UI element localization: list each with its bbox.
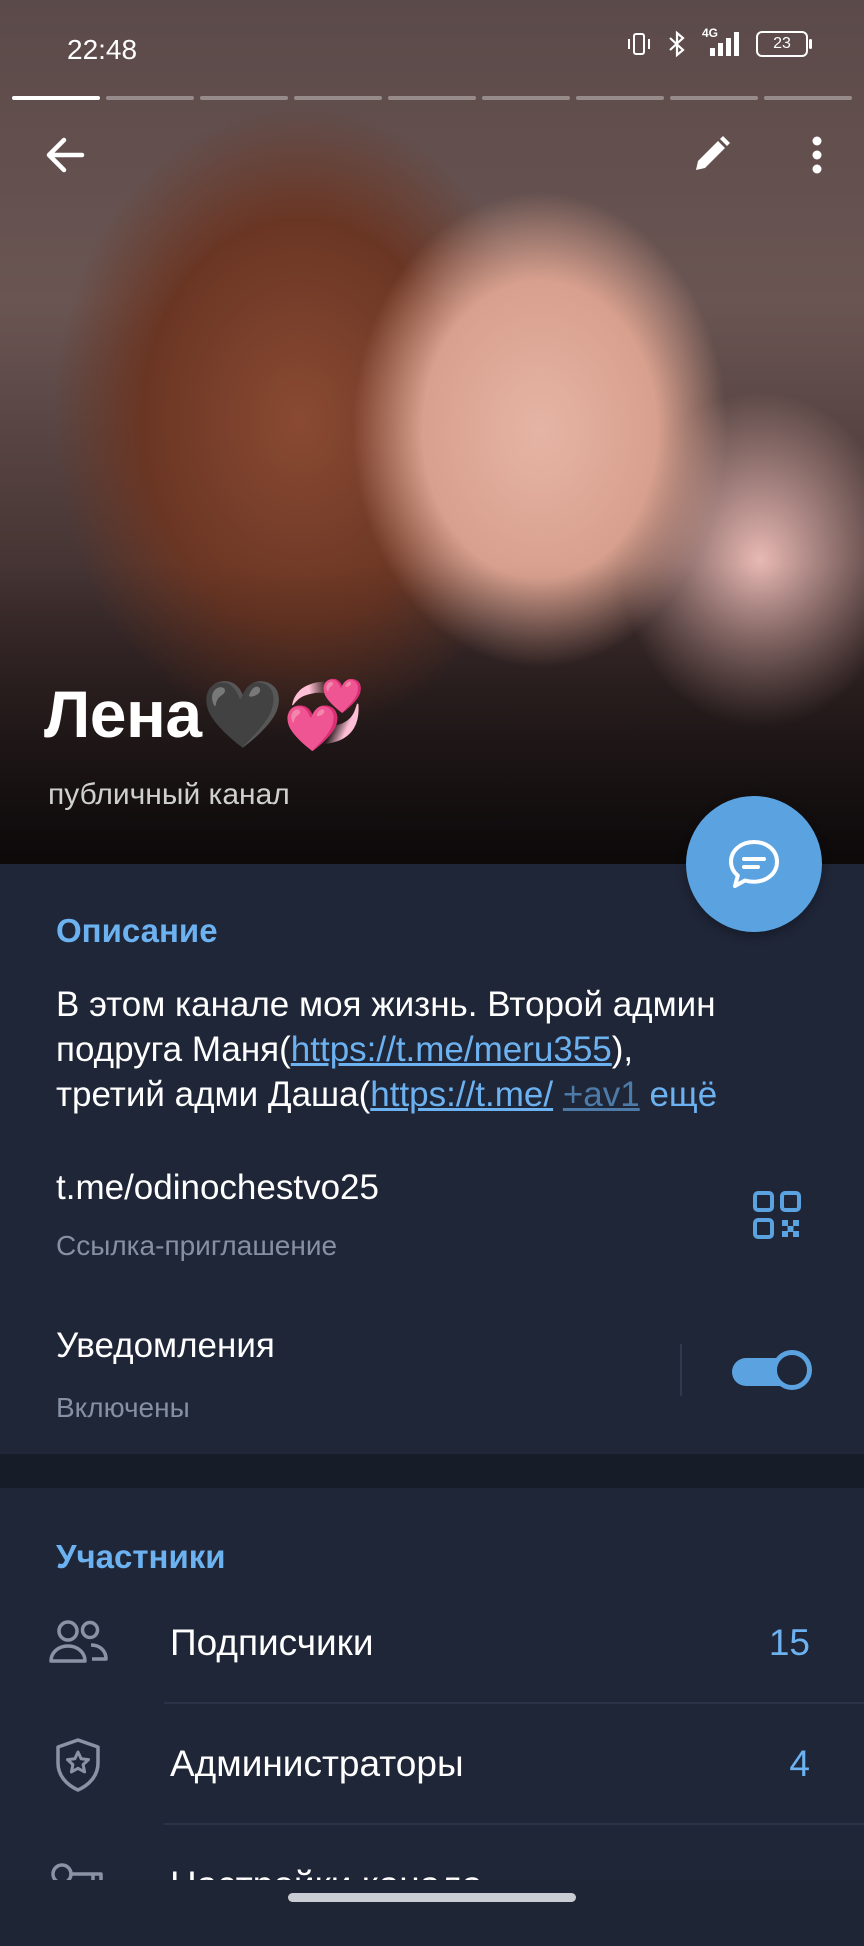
qr-button[interactable]	[752, 1190, 802, 1240]
profile-name: Лена🖤💞	[44, 677, 365, 751]
notifications-toggle[interactable]	[732, 1350, 812, 1390]
description-text: В этом канале моя жизнь. Второй админ по…	[56, 982, 826, 1117]
admins-label: Администраторы	[170, 1743, 464, 1784]
progress-segment	[482, 96, 570, 100]
message-button[interactable]	[686, 796, 822, 932]
description-line: подруга Маня(https://t.me/meru355),	[56, 1027, 826, 1072]
subscribers-row[interactable]: Подписчики 15	[0, 1584, 864, 1704]
edit-button[interactable]	[688, 132, 734, 178]
status-bar: 22:48 4G 23	[0, 0, 864, 96]
subscribers-count: 15	[768, 1622, 810, 1663]
vertical-dots-icon	[812, 136, 822, 174]
toggle-knob	[772, 1350, 812, 1390]
description-line: третий адми Даша(https://t.me/ +av1 ещё	[56, 1072, 826, 1117]
description-link[interactable]: +av1	[563, 1075, 640, 1114]
section-divider	[0, 1454, 864, 1488]
qr-code-icon	[753, 1191, 801, 1239]
invite-link[interactable]: t.me/odinochestvo25	[56, 1168, 379, 1208]
description-text-part: ),	[611, 1030, 634, 1069]
profile-subtitle: публичный канал	[48, 778, 290, 811]
row-divider	[164, 1823, 864, 1825]
divider	[680, 1344, 682, 1396]
progress-segment	[764, 96, 852, 100]
home-handle[interactable]	[288, 1893, 576, 1902]
bluetooth-icon	[669, 30, 685, 58]
battery-icon: 23	[756, 31, 812, 57]
story-progress	[12, 96, 852, 100]
pencil-icon	[696, 136, 730, 170]
top-bar	[0, 120, 864, 190]
users-icon	[49, 1620, 108, 1663]
subscribers-label: Подписчики	[170, 1622, 374, 1663]
shield-star-icon	[56, 1738, 100, 1792]
arrow-left-icon	[46, 137, 85, 173]
show-more-link[interactable]: ещё	[649, 1075, 717, 1114]
progress-segment	[12, 96, 100, 100]
members-title: Участники	[56, 1538, 226, 1575]
signal-icon: 4G	[702, 26, 742, 58]
more-button[interactable]	[794, 132, 840, 178]
description-link[interactable]: https://t.me/	[370, 1075, 553, 1114]
progress-segment	[200, 96, 288, 100]
status-time: 22:48	[67, 34, 138, 65]
vibrate-icon	[628, 33, 650, 55]
description-link[interactable]: https://t.me/meru355	[291, 1030, 612, 1069]
back-button[interactable]	[40, 130, 90, 180]
admins-row[interactable]: Администраторы 4	[0, 1705, 864, 1825]
admins-count: 4	[789, 1743, 810, 1784]
battery-level: 23	[773, 35, 791, 52]
progress-segment	[388, 96, 476, 100]
notifications-status: Включены	[56, 1392, 190, 1423]
invite-link-label: Ссылка-приглашение	[56, 1230, 338, 1261]
description-line: В этом канале моя жизнь. Второй админ	[56, 985, 716, 1024]
description-text-part: третий адми Даша(	[56, 1075, 371, 1114]
row-divider	[164, 1702, 864, 1704]
progress-segment	[106, 96, 194, 100]
progress-segment	[294, 96, 382, 100]
progress-segment	[576, 96, 664, 100]
notifications-title: Уведомления	[56, 1326, 275, 1365]
description-text-part: подруга Маня(	[56, 1030, 291, 1069]
description-title: Описание	[56, 912, 218, 949]
chat-bubble-icon	[729, 840, 779, 888]
progress-segment	[670, 96, 758, 100]
